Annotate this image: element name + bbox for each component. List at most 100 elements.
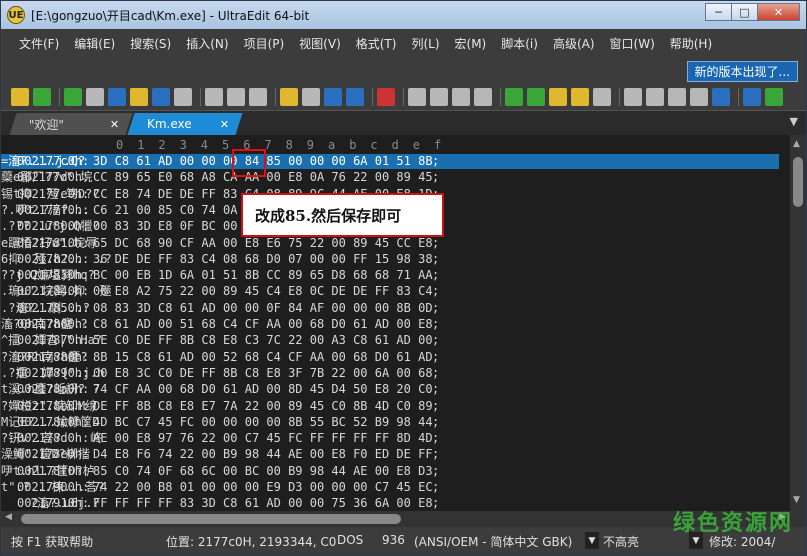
screenshot-icon[interactable] [743, 87, 761, 106]
vertical-scroll-thumb[interactable] [793, 157, 803, 207]
maximize-button[interactable]: □ [731, 3, 758, 21]
horizontal-scroll-thumb[interactable] [21, 514, 401, 524]
menu-column[interactable]: 列(L) [411, 35, 439, 52]
minimize-button[interactable]: ─ [705, 3, 732, 21]
hex-bytes[interactable]: 36 DE DE FF 83 C4 08 68 D0 07 00 00 FF 1… [93, 252, 433, 267]
page-setup-icon[interactable] [249, 87, 267, 106]
hex-mode-icon[interactable] [280, 87, 298, 106]
hex-bytes[interactable]: AE 00 E8 97 76 22 00 C7 45 FC FF FF FF F… [93, 431, 433, 446]
window-icon[interactable] [624, 87, 642, 106]
hex-bytes[interactable]: BC 00 EB 1D 6A 01 51 8B CC 89 65 D8 68 6… [93, 268, 433, 283]
menu-advanced[interactable]: 高级(A) [553, 35, 595, 52]
hex-bytes[interactable]: 74 CF AA 00 68 D0 61 AD 00 8D 45 D4 50 E… [93, 382, 433, 397]
menu-edit[interactable]: 编辑(E) [74, 35, 115, 52]
status-encoding[interactable]: (ANSI/OEM - 简体中文 GBK) [414, 533, 572, 550]
hex-row[interactable]: 002178b0h: DE FF 8B C8 E8 E7 7A 22 00 89 … [1, 399, 779, 414]
tab-close-icon[interactable]: ✕ [110, 118, 119, 131]
hex-row[interactable]: 002177c0h: 3D C8 61 AD 00 00 00 84 85 00 … [1, 154, 779, 169]
hex-bytes[interactable]: 74 22 00 B8 01 00 00 00 E9 D3 00 00 00 C… [93, 480, 433, 495]
folder-icon[interactable] [130, 87, 148, 106]
menu-help[interactable]: 帮助(H) [670, 35, 712, 52]
tile-icon[interactable] [646, 87, 664, 106]
vertical-scrollbar[interactable]: ▲ ▼ [790, 135, 806, 527]
cascade-icon[interactable] [668, 87, 686, 106]
menu-script[interactable]: 脚本(i) [501, 35, 538, 52]
hex-bytes[interactable]: 00 E8 A2 75 22 00 89 45 C4 E8 0C DE DE F… [93, 284, 433, 299]
ultraedit-app-icon[interactable]: UE [7, 6, 25, 24]
scroll-left-icon[interactable]: ◀ [5, 512, 12, 522]
word-wrap-icon[interactable] [324, 87, 342, 106]
save-icon[interactable] [152, 87, 170, 106]
browser-icon[interactable] [712, 87, 730, 106]
menu-macro[interactable]: 宏(M) [455, 35, 487, 52]
hex-row[interactable]: 00217910h: FF FF FF FF 83 3D C8 61 AD 00 … [1, 496, 779, 511]
new-file-icon[interactable] [11, 87, 29, 106]
menu-view[interactable]: 视图(V) [299, 35, 341, 52]
menu-format[interactable]: 格式(T) [356, 35, 397, 52]
tab-list-dropdown-icon[interactable]: ▼ [790, 115, 798, 128]
close-button[interactable]: ✕ [757, 3, 800, 21]
tab-close-icon[interactable]: ✕ [220, 118, 229, 131]
status-line-ending[interactable]: DOS [337, 533, 363, 547]
macro-icon[interactable] [571, 87, 589, 106]
print-preview-icon[interactable] [227, 87, 245, 106]
menu-project[interactable]: 项目(P) [244, 35, 285, 52]
tab-km-exe[interactable]: Km.exe ✕ [127, 113, 243, 135]
new-version-button[interactable]: 新的版本出现了... [686, 61, 798, 82]
hex-row[interactable]: 00217890h: 00 E8 3C C0 DE FF 8B C8 E8 3F … [1, 366, 779, 381]
refresh-icon[interactable] [765, 87, 783, 106]
back-arrow-icon[interactable] [33, 87, 51, 106]
status-highlight[interactable]: 不高亮 [603, 533, 639, 550]
spell-check-icon[interactable] [346, 87, 364, 106]
print-icon[interactable] [205, 87, 223, 106]
hex-bytes[interactable]: 8B 15 C8 61 AD 00 52 68 C4 CF AA 00 68 D… [93, 350, 433, 365]
encoding-dropdown-icon[interactable]: ▼ [585, 532, 599, 549]
hex-row[interactable]: 00217900h: 74 22 00 B8 01 00 00 00 E9 D3 … [1, 480, 779, 495]
hex-row[interactable]: 002178e0h: D4 E8 F6 74 22 00 B9 98 44 AE … [1, 447, 779, 462]
hex-bytes[interactable]: FF FF FF FF 83 3D C8 61 AD 00 00 75 36 6… [93, 496, 433, 511]
document-icon[interactable] [86, 87, 104, 106]
paste-icon[interactable] [452, 87, 470, 106]
horizontal-scrollbar[interactable]: ◀ ▶ [1, 511, 790, 527]
hex-bytes[interactable]: C8 61 AD 00 51 68 C4 CF AA 00 68 D0 61 A… [93, 317, 433, 332]
toggle-icon[interactable] [593, 87, 611, 106]
hex-bytes[interactable]: 5E C0 DE FF 8B C8 E8 C3 7C 22 00 A3 C8 6… [93, 333, 433, 348]
image-icon[interactable] [174, 87, 192, 106]
copy-icon[interactable] [430, 87, 448, 106]
menu-window[interactable]: 窗口(W) [610, 35, 655, 52]
hex-bytes[interactable]: 00 E8 3C C0 DE FF 8B C8 E8 3F 7B 22 00 6… [93, 366, 433, 381]
bookmark-icon[interactable] [549, 87, 567, 106]
hex-bytes[interactable]: DE FF 8B C8 E8 E7 7A 22 00 89 45 C0 8B 4… [93, 399, 433, 414]
find-icon[interactable] [474, 87, 492, 106]
hex-row[interactable]: 002178d0h: AE 00 E8 97 76 22 00 C7 45 FC … [1, 431, 779, 446]
menu-file[interactable]: 文件(F) [19, 35, 59, 52]
hex-row[interactable]: 00217810h: 65 DC 68 90 CF AA 00 E8 E6 75 … [1, 236, 779, 251]
column-mode-icon[interactable] [302, 87, 320, 106]
ftp-icon[interactable] [377, 87, 395, 106]
hex-row[interactable]: 00217870h: 5E C0 DE FF 8B C8 E8 C3 7C 22 … [1, 333, 779, 348]
hex-row[interactable]: 00217830h: BC 00 EB 1D 6A 01 51 8B CC 89 … [1, 268, 779, 283]
hex-row[interactable]: 002177d0h: CC 89 65 E0 68 A8 CA AA 00 E8 … [1, 170, 779, 185]
tab-welcome[interactable]: "欢迎" ✕ [9, 113, 133, 135]
hex-row[interactable]: 00217880h: 8B 15 C8 61 AD 00 52 68 C4 CF … [1, 350, 779, 365]
scroll-up-icon[interactable]: ▲ [793, 139, 800, 149]
hex-bytes[interactable]: 08 83 3D C8 61 AD 00 00 0F 84 AF 00 00 0… [93, 301, 433, 316]
hex-row[interactable]: 00217820h: 36 DE DE FF 83 C4 08 68 D0 07 … [1, 252, 779, 267]
hex-bytes[interactable]: 85 C0 74 0F 68 6C 00 BC 00 B9 98 44 AE 0… [93, 464, 433, 479]
hex-row[interactable]: 00217850h: 08 83 3D C8 61 AD 00 00 0F 84 … [1, 301, 779, 316]
menu-insert[interactable]: 插入(N) [186, 35, 228, 52]
hex-row[interactable]: 002178a0h: 74 CF AA 00 68 D0 61 AD 00 8D … [1, 382, 779, 397]
open-folder-icon[interactable] [108, 87, 126, 106]
title-bar[interactable]: UE [E:\gongzuo\开目cad\Km.exe] - UltraEdit… [1, 1, 806, 29]
menu-search[interactable]: 搜索(S) [130, 35, 171, 52]
hex-bytes[interactable]: 65 DC 68 90 CF AA 00 E8 E6 75 22 00 89 4… [93, 236, 433, 251]
replace-icon[interactable] [505, 87, 523, 106]
hex-row[interactable]: 00217860h: C8 61 AD 00 51 68 C4 CF AA 00 … [1, 317, 779, 332]
hex-bytes[interactable]: D4 E8 F6 74 22 00 B9 98 44 AE 00 E8 F0 E… [93, 447, 433, 462]
hex-row[interactable]: 002178f0h: 85 C0 74 0F 68 6C 00 BC 00 B9 … [1, 464, 779, 479]
find-in-files-icon[interactable] [527, 87, 545, 106]
scroll-down-icon[interactable]: ▼ [793, 495, 800, 505]
hex-row[interactable]: 00217840h: 00 E8 A2 75 22 00 89 45 C4 E8 … [1, 284, 779, 299]
list-icon[interactable] [690, 87, 708, 106]
forward-arrow-icon[interactable] [64, 87, 82, 106]
